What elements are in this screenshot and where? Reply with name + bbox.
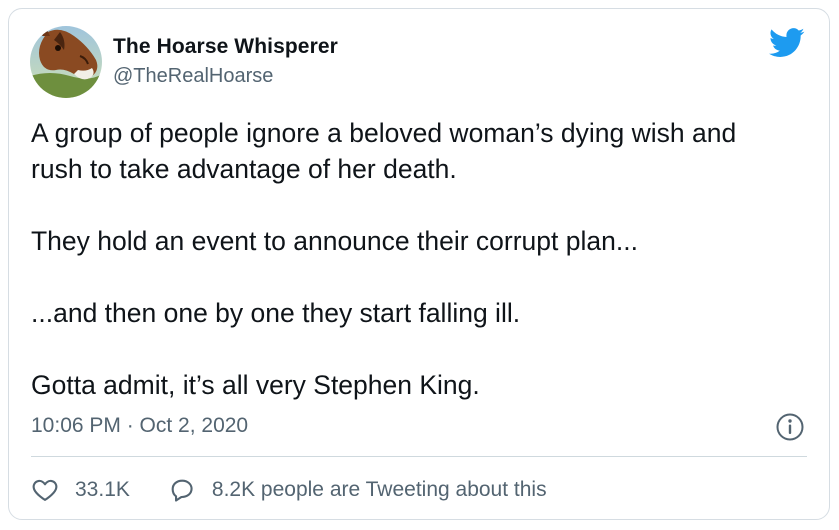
user-handle[interactable]: @TheRealHoarse (113, 65, 273, 88)
conversation-label: 8.2K people are Tweeting about this (211, 478, 547, 501)
tweet-paragraph: A group of people ignore a beloved woman… (31, 118, 737, 184)
tweet-timestamp[interactable]: 10:06 PM · Oct 2, 2020 (31, 414, 248, 438)
tweet-actions: 33.1K 8.2K people are Tweeting about thi… (31, 474, 547, 506)
like-button[interactable]: 33.1K (31, 476, 130, 504)
speech-bubble-icon (171, 479, 193, 502)
tweet-text: A group of people ignore a beloved woman… (31, 115, 821, 403)
heart-icon (32, 479, 58, 501)
tweet-paragraph: They hold an event to announce their cor… (31, 226, 638, 256)
info-glyph (776, 413, 804, 441)
horse-avatar-icon (30, 26, 102, 98)
tweet-paragraph: Gotta admit, it’s all very Stephen King. (31, 370, 480, 400)
divider (31, 456, 807, 457)
twitter-bird-glyph (769, 28, 805, 57)
conversation-link[interactable]: 8.2K people are Tweeting about this (168, 476, 547, 504)
twitter-bird-icon[interactable] (769, 27, 805, 59)
info-icon[interactable] (775, 412, 805, 442)
tweet-paragraph: ...and then one by one they start fallin… (31, 298, 521, 328)
display-name[interactable]: The Hoarse Whisperer (113, 35, 338, 59)
tweet-card[interactable]: The Hoarse Whisperer @TheRealHoarse A gr… (8, 8, 830, 520)
avatar[interactable] (30, 26, 102, 98)
like-count: 33.1K (75, 478, 130, 501)
